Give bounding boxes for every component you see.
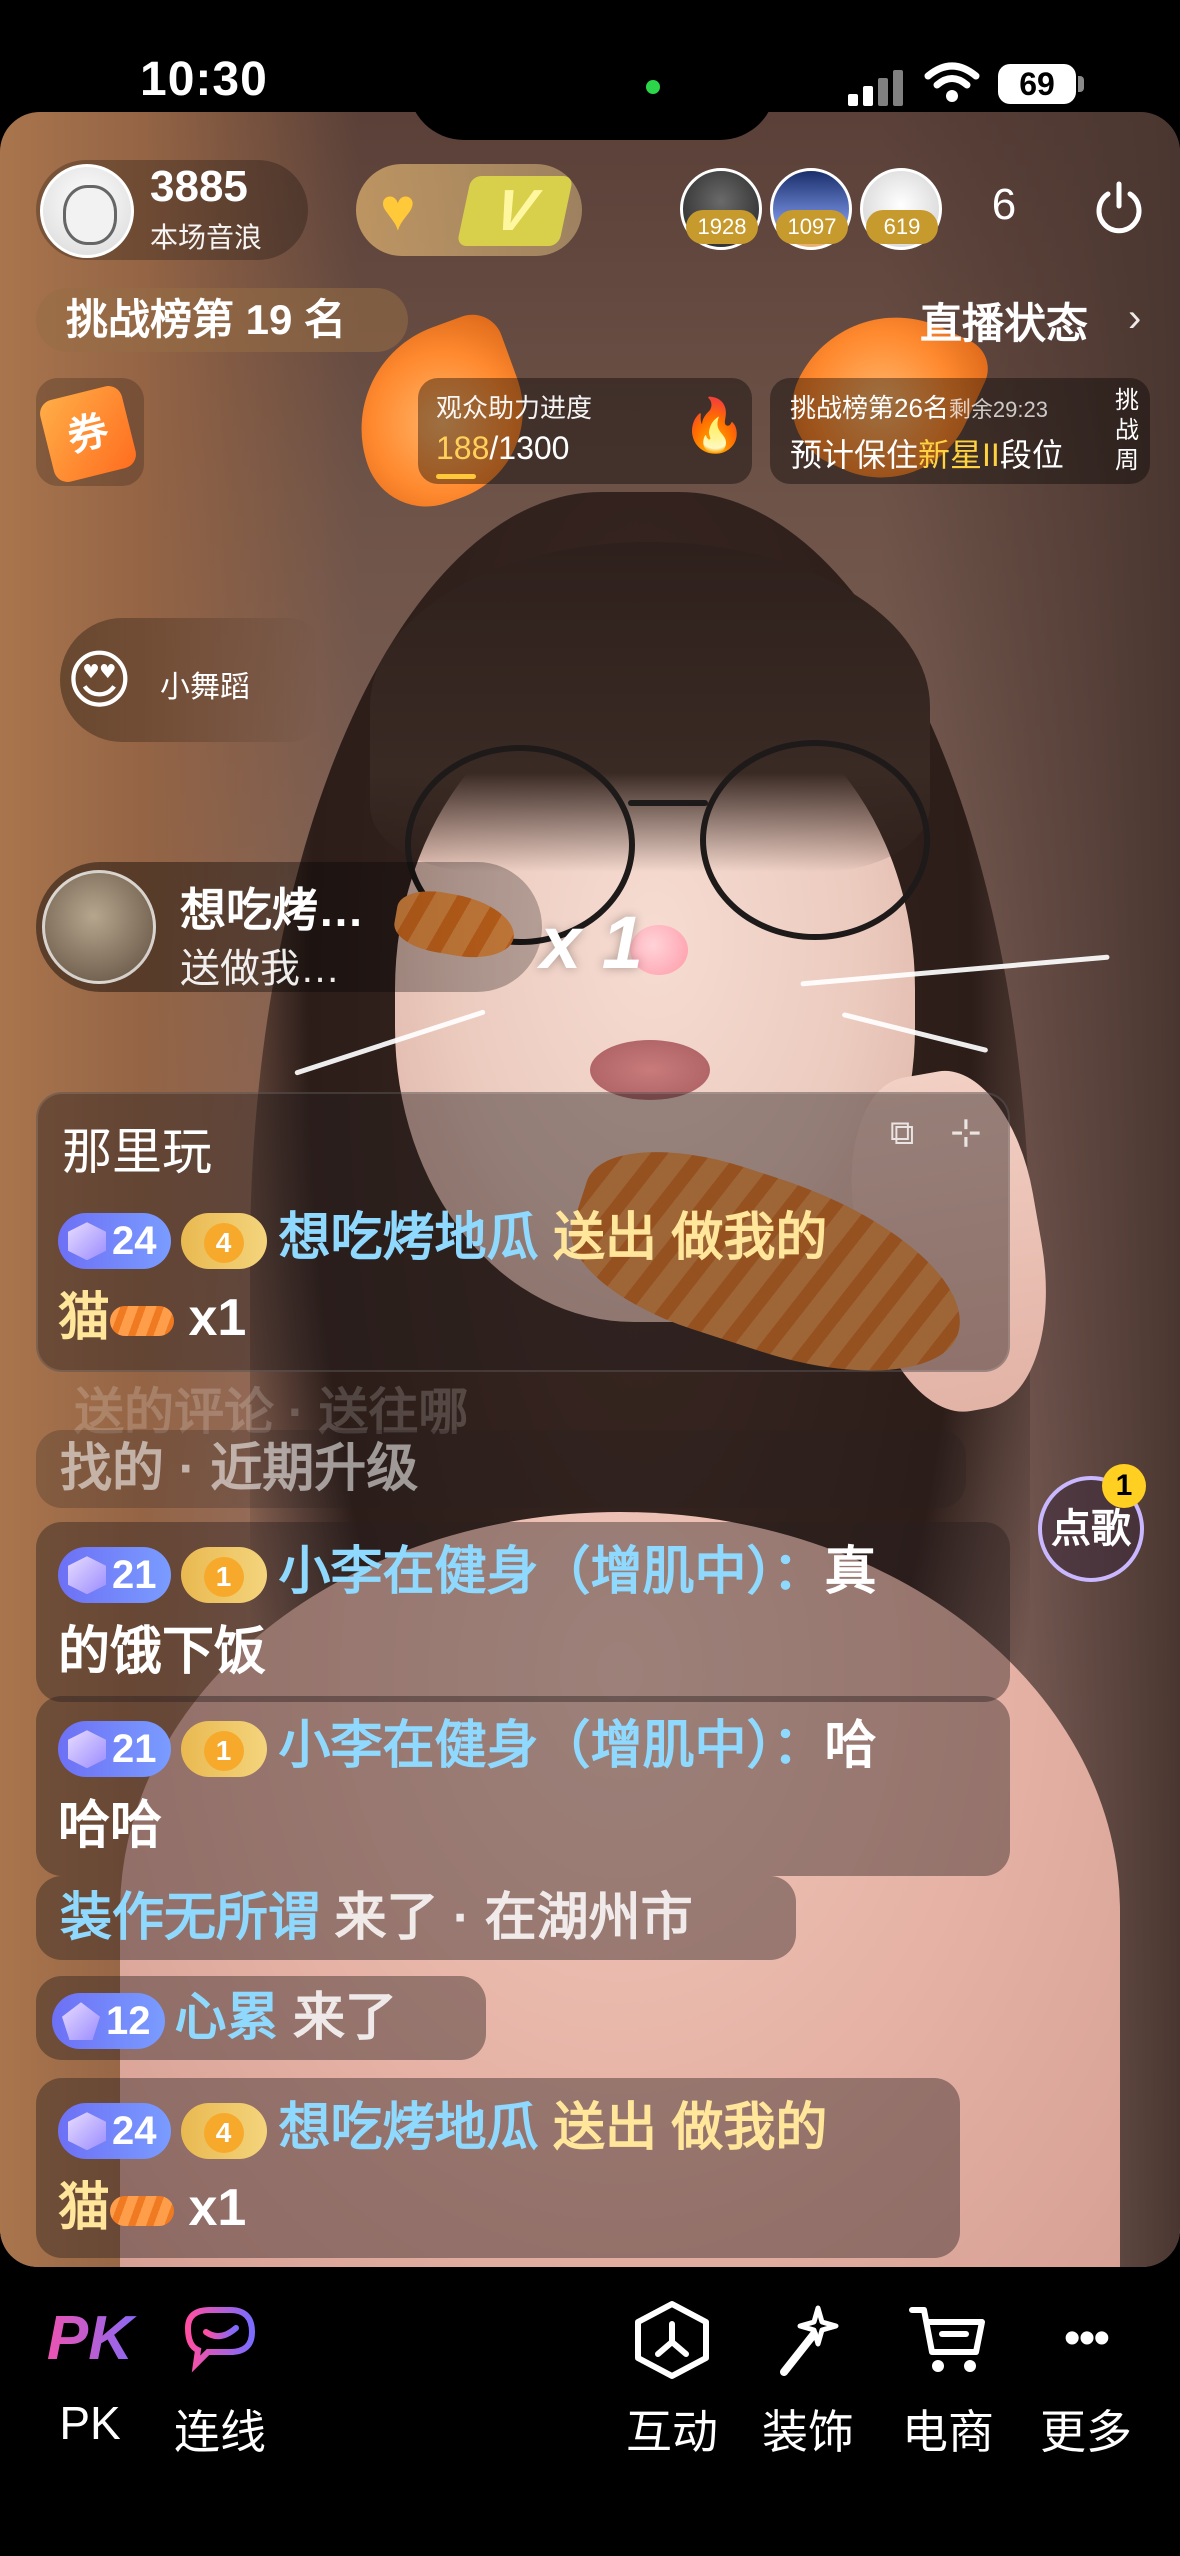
chat-message[interactable]: 21 1 小李在健身（增肌中）：真的饿下饭 <box>36 1522 1010 1702</box>
chat-message-enter[interactable]: 装作无所谓 来了 · 在湖州市 <box>36 1876 796 1960</box>
interact-button[interactable]: 互动 <box>612 2284 732 2462</box>
v-badge-icon: V <box>456 176 574 246</box>
chat-message[interactable]: 24 4 想吃烤地瓜 送出 做我的猫 x1 <box>36 1188 996 1368</box>
chat-text: 真 <box>824 1543 877 1601</box>
top-viewer-count-2: 1097 <box>776 210 848 244</box>
gift-count: x1 <box>174 2179 247 2237</box>
copy-icon[interactable]: ⧉ <box>890 1114 914 1153</box>
glasses-right-lens <box>700 740 930 940</box>
chevron-right-icon: › <box>1128 296 1142 340</box>
dance-effect-label: 小舞蹈 <box>160 671 250 704</box>
link-mic-icon <box>184 2307 256 2373</box>
shop-button[interactable]: 电商 <box>888 2284 1008 2462</box>
top-viewer-count-1: 1928 <box>686 210 758 244</box>
assist-progress-bar <box>436 474 476 479</box>
battery-level: 69 <box>998 64 1076 104</box>
decor-button[interactable]: 装饰 <box>748 2284 868 2462</box>
more-icon: ••• <box>1063 2312 1110 2365</box>
gift-multiplier: x 1 <box>540 901 643 984</box>
pk-button[interactable]: PK PK <box>30 2284 150 2450</box>
chat-message-faded: 找的 · 近期升级 <box>36 1430 966 1508</box>
pk-label: PK <box>59 2397 121 2449</box>
fan-level-badge: 4 <box>180 2103 267 2160</box>
chat-text: 来了 · 在湖州市 <box>320 1889 693 1947</box>
wifi-icon <box>924 62 980 102</box>
shopping-cart-icon <box>909 2307 985 2372</box>
chat-text-cont: 哈哈 <box>58 1797 163 1855</box>
link-button[interactable]: 连线 <box>160 2284 280 2462</box>
gift-count: x1 <box>174 1289 247 1347</box>
user-level-badge: 12 <box>52 1993 165 2050</box>
challenge-title: 挑战榜第26名剩余29:23 <box>790 393 1048 423</box>
host-avatar[interactable] <box>40 164 134 258</box>
chat-message[interactable]: 24 4 想吃烤地瓜 送出 做我的猫 x1 <box>36 2078 960 2258</box>
power-icon[interactable] <box>1092 180 1146 234</box>
online-count[interactable]: 6 <box>984 180 1024 230</box>
chat-username[interactable]: 心累 <box>175 1989 279 2047</box>
flame-icon: 🔥 <box>682 397 747 455</box>
shop-label: 电商 <box>902 2406 994 2458</box>
gift-sender-name: 想吃烤… <box>180 884 364 936</box>
gift-sender-avatar[interactable] <box>42 870 156 984</box>
chat-text: 来了 <box>278 1989 397 2047</box>
user-level-badge: 21 <box>58 1547 171 1604</box>
chat-username[interactable]: 小李在健身（增肌中）： <box>279 1717 825 1775</box>
glasses-bridge <box>628 800 708 806</box>
battery-icon <box>1078 76 1084 92</box>
chat-username[interactable]: 想吃烤地瓜 <box>279 2099 539 2157</box>
challenge-rank-pill[interactable]: 挑战榜第 19 名 <box>36 288 408 352</box>
magic-wand-icon <box>780 2305 839 2376</box>
decor-label: 装饰 <box>762 2406 854 2458</box>
chat-username[interactable]: 小李在健身（增肌中）： <box>279 1543 825 1601</box>
heart-badge-icon: ♥ <box>380 176 416 243</box>
challenge-week-tab[interactable]: 挑战周 <box>1112 386 1142 476</box>
challenge-status: 预计保住新星II段位 <box>790 437 1064 473</box>
streamer-lips <box>590 1040 710 1100</box>
fan-level-badge: 1 <box>180 1547 267 1604</box>
assist-title: 观众助力进度 <box>436 393 593 423</box>
heart-eyes-icon: 😍 <box>66 644 133 716</box>
chat-text: 哈 <box>824 1717 877 1775</box>
chat-username[interactable]: 装作无所谓 <box>60 1889 320 1947</box>
user-level-badge: 21 <box>58 1721 171 1778</box>
chat-text-cont: 猫 <box>58 1289 111 1347</box>
chat-message-enter[interactable]: 12 心累 来了 <box>36 1976 486 2060</box>
chat-text-cont: 猫 <box>58 2179 111 2237</box>
camera-indicator <box>646 80 660 94</box>
chat-username[interactable]: 想吃烤地瓜 <box>279 1209 539 1267</box>
more-button[interactable]: ••• 更多 <box>1026 2284 1146 2462</box>
fan-level-badge: 4 <box>180 1213 267 1270</box>
pk-icon: PK <box>30 2284 150 2394</box>
gift-description: 送做我… <box>180 947 340 991</box>
link-label: 连线 <box>174 2406 266 2458</box>
top-viewer-count-3: 619 <box>866 210 938 244</box>
assist-progress-value: 188/1300 <box>436 430 570 466</box>
host-score: 3885 <box>150 162 248 211</box>
status-time: 10:30 <box>140 53 268 106</box>
user-level-badge: 24 <box>58 2103 171 2160</box>
pinned-title: 那里玩 <box>62 1124 212 1180</box>
chat-text: 送出 做我的 <box>538 2099 828 2157</box>
more-label: 更多 <box>1040 2406 1132 2458</box>
live-status-button[interactable]: 直播状态 <box>920 290 1088 351</box>
user-level-badge: 24 <box>58 1213 171 1270</box>
gift-icon <box>110 1306 175 1337</box>
dynamic-island <box>408 0 776 140</box>
fan-level-badge: 1 <box>180 1721 267 1778</box>
gift-icon <box>110 2196 175 2227</box>
hexagon-interact-icon <box>635 2301 709 2379</box>
cellular-signal-icon <box>848 66 904 106</box>
chat-message[interactable]: 21 1 小李在健身（增肌中）：哈 哈哈 <box>36 1696 1010 1876</box>
chat-text: 送出 做我的 <box>538 1209 828 1267</box>
interact-label: 互动 <box>626 2406 718 2458</box>
expand-icon[interactable]: ⊹ <box>950 1110 982 1155</box>
chat-text-cont: 的饿下饭 <box>58 1623 267 1681</box>
song-request-badge: 1 <box>1102 1464 1146 1508</box>
host-score-label: 本场音浪 <box>150 222 263 253</box>
